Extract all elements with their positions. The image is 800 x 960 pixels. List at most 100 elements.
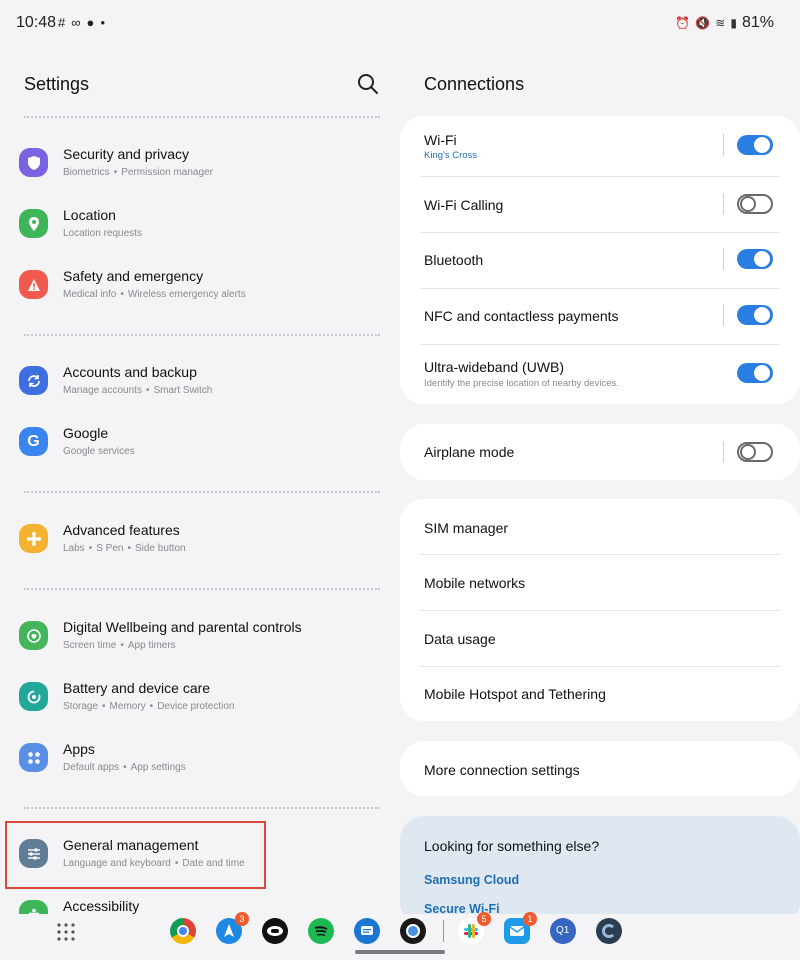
row-airplane-mode[interactable]: Airplane mode: [400, 424, 800, 480]
settings-item-label: Advanced features: [63, 522, 180, 538]
row-divider: [723, 304, 724, 326]
settings-item-label: Accounts and backup: [63, 364, 197, 380]
row-divider: [723, 193, 724, 215]
row-label: Mobile Hotspot and Tethering: [424, 686, 606, 702]
status-bar: 10:48 # ∞ ● ● ⏰ 🔇 ≋ ▮ 81%: [0, 0, 800, 46]
more-card: More connection settings: [400, 741, 800, 796]
puzzle-icon: [19, 524, 48, 553]
row-divider: [723, 248, 724, 270]
saturn-icon[interactable]: [262, 918, 288, 944]
section-divider: [24, 491, 380, 493]
row-label: NFC and contactless payments: [424, 308, 619, 324]
wifi-icon: ≋: [715, 16, 726, 30]
row-hotspot-tethering[interactable]: Mobile Hotspot and Tethering: [400, 667, 800, 721]
row-divider: [723, 441, 724, 463]
row-wifi[interactable]: Wi-Fi King's Cross: [400, 116, 800, 176]
settings-item-apps[interactable]: Apps Default apps • App settings: [0, 731, 400, 787]
dock-separator: [443, 920, 444, 942]
settings-item-google[interactable]: G Google Google services: [0, 415, 400, 471]
alarm-icon: ⏰: [675, 16, 691, 30]
settings-item-subtitle: Labs • S Pen • Side button: [63, 543, 186, 554]
wifi-calling-toggle[interactable]: [737, 194, 773, 214]
taskbar-dock: 3 5 1 Q1: [0, 912, 800, 960]
page-title: Settings: [24, 74, 90, 94]
row-sim-manager[interactable]: SIM manager: [400, 499, 800, 554]
row-nfc[interactable]: NFC and contactless payments: [400, 289, 800, 344]
settings-item-digital-wellbeing[interactable]: Digital Wellbeing and parental controls …: [0, 609, 400, 665]
home-indicator[interactable]: [355, 950, 445, 954]
settings-item-subtitle: Storage • Memory • Device protection: [63, 701, 235, 712]
settings-pane: Settings Security and privacy Biometrics…: [0, 46, 400, 914]
dot-icon: ●: [100, 18, 106, 27]
search-icon: [358, 74, 378, 94]
settings-item-subtitle: Manage accounts • Smart Switch: [63, 385, 213, 396]
airplane-mode-toggle[interactable]: [737, 442, 773, 462]
pane-title: Connections: [424, 74, 525, 94]
row-more-connection-settings[interactable]: More connection settings: [400, 741, 800, 796]
gallery-icon[interactable]: [596, 918, 622, 944]
spotify-icon[interactable]: [308, 918, 334, 944]
shield-icon: [19, 148, 48, 177]
settings-item-subtitle: Default apps • App settings: [63, 762, 186, 773]
connections-pane: Connections Wi-Fi King's Cross Wi-Fi Cal…: [400, 46, 800, 914]
alert-icon: [19, 270, 48, 299]
battery-level: 81%: [741, 14, 774, 31]
camera-icon[interactable]: [400, 918, 426, 944]
settings-item-security-privacy[interactable]: Security and privacy Biometrics • Permissi…: [0, 136, 400, 192]
wifi-toggle[interactable]: [737, 135, 773, 155]
settings-item-subtitle: Location requests: [63, 228, 142, 239]
uwb-toggle[interactable]: [737, 363, 773, 383]
row-label: Wi-Fi Calling: [424, 197, 504, 213]
settings-item-subtitle: Biometrics • Permission manager: [63, 167, 213, 178]
row-mobile-networks[interactable]: Mobile networks: [400, 555, 800, 610]
row-wifi-calling[interactable]: Wi-Fi Calling: [400, 177, 800, 232]
apps-icon: [19, 743, 48, 772]
settings-item-subtitle: Google services: [63, 446, 135, 457]
settings-item-label: Battery and device care: [63, 680, 211, 696]
link-icon: ∞: [71, 15, 81, 30]
app-drawer-button[interactable]: [56, 922, 76, 942]
row-data-usage[interactable]: Data usage: [400, 611, 800, 666]
chrome-icon[interactable]: [170, 918, 196, 944]
settings-item-location[interactable]: Location Location requests: [0, 197, 400, 253]
row-label: Wi-Fi: [424, 132, 457, 148]
suggestions-title: Looking for something else?: [424, 838, 600, 854]
status-time: 10:48: [16, 14, 57, 31]
settings-item-label: Security and privacy: [63, 146, 190, 162]
section-divider: [24, 334, 380, 336]
link-samsung-cloud[interactable]: Samsung Cloud: [424, 873, 519, 887]
network-card: SIM manager Mobile networks Data usage M…: [400, 499, 800, 721]
settings-item-label: Safety and emergency: [63, 268, 204, 284]
settings-item-label: Apps: [63, 741, 95, 757]
settings-item-advanced-features[interactable]: Advanced features Labs • S Pen • Side button: [0, 512, 400, 568]
messages-icon[interactable]: [354, 918, 380, 944]
mail-icon[interactable]: 1: [504, 912, 537, 944]
settings-item-accounts-backup[interactable]: Accounts and backup Manage accounts • Smar…: [0, 354, 400, 410]
settings-item-subtitle: Medical info • Wireless emergency alerts: [63, 289, 246, 300]
row-subtitle: Identify the precise location of nearby …: [424, 378, 619, 389]
row-bluetooth[interactable]: Bluetooth: [400, 233, 800, 288]
settings-item-label: Digital Wellbeing and parental controls: [63, 619, 302, 635]
settings-item-safety-emergency[interactable]: Safety and emergency Medical info • Wirele…: [0, 258, 400, 314]
settings-item-accessibility[interactable]: Accessibility: [0, 888, 400, 914]
signal-icon: ▮: [730, 16, 737, 30]
badge: 3: [235, 912, 249, 926]
grid-icon: [57, 923, 75, 941]
airplane-card: Airplane mode: [400, 424, 800, 480]
wifi-network-name: King's Cross: [424, 150, 478, 161]
slack-icon[interactable]: 5: [458, 912, 491, 944]
settings-item-battery-device-care[interactable]: Battery and device care Storage • Memory • D…: [0, 670, 400, 726]
settings-item-label: Location: [63, 207, 116, 223]
row-divider: [723, 134, 724, 156]
navigation-icon[interactable]: 3: [216, 912, 249, 944]
sync-icon: [19, 366, 48, 395]
search-button[interactable]: [354, 70, 382, 98]
row-label: SIM manager: [424, 520, 509, 536]
q1-icon[interactable]: Q1: [550, 918, 576, 944]
section-divider: [24, 807, 380, 809]
nfc-toggle[interactable]: [737, 305, 773, 325]
row-uwb[interactable]: Ultra-wideband (UWB) Identify the precis…: [400, 345, 800, 404]
device-care-icon: [19, 682, 48, 711]
suggestions-card: Looking for something else? Samsung Clou…: [400, 816, 800, 914]
bluetooth-toggle[interactable]: [737, 249, 773, 269]
